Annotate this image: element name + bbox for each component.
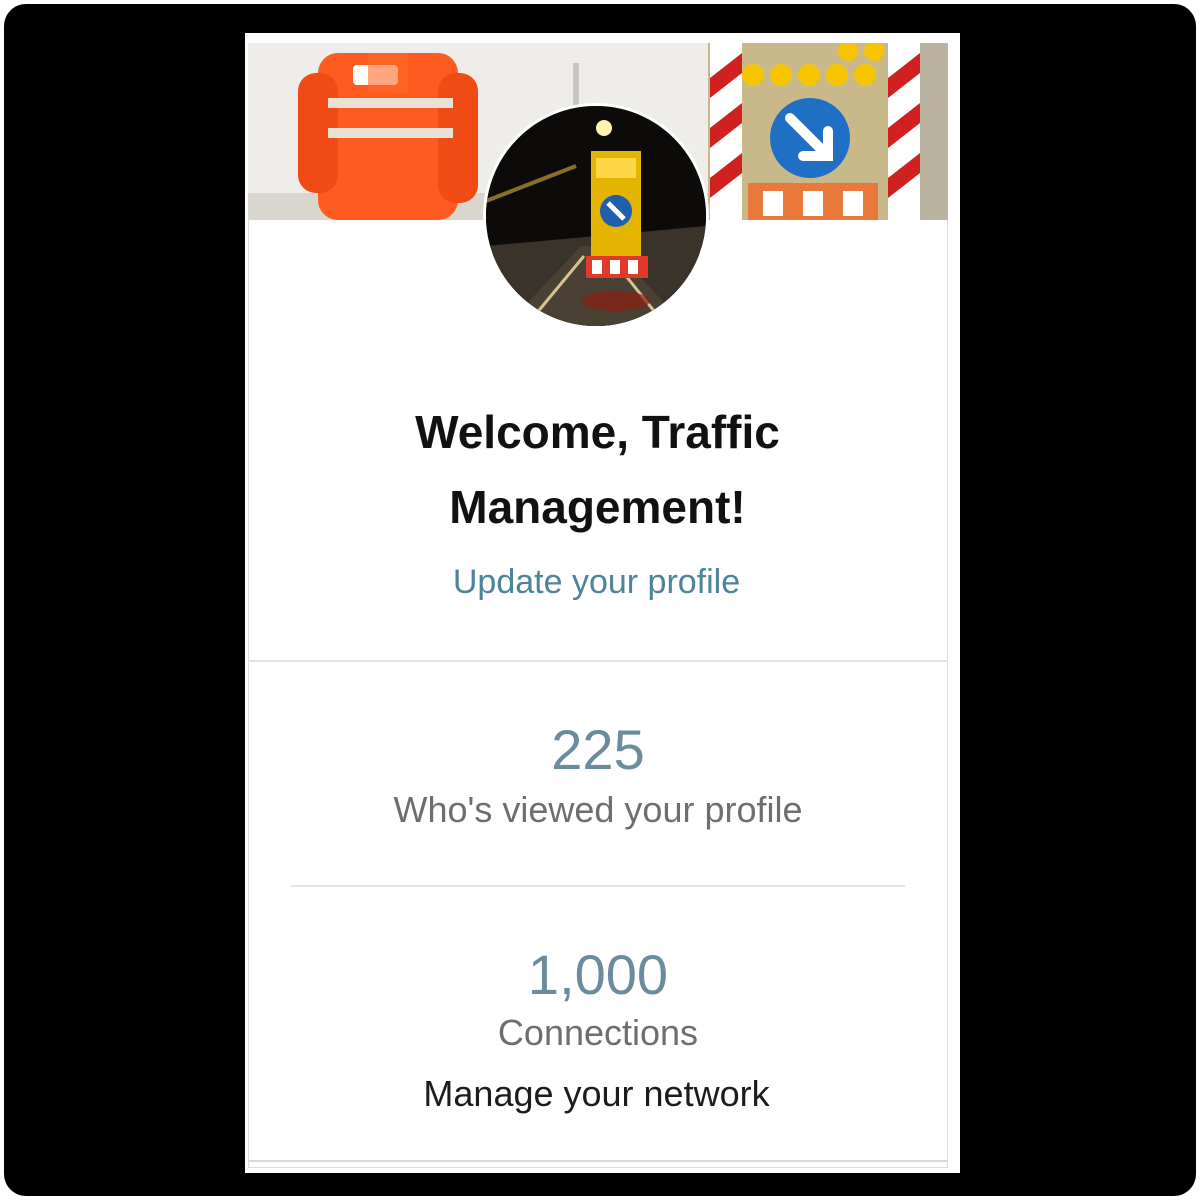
welcome-heading: Welcome, Traffic Management! [415, 406, 780, 533]
profile-card: Welcome, Traffic Management! Update your… [245, 33, 960, 1173]
avatar-illustration [486, 106, 706, 326]
profile-views-stat[interactable]: 225 Who's viewed your profile [248, 718, 948, 832]
card-bottom-divider [248, 1160, 948, 1162]
update-profile-link[interactable]: Update your profile [245, 563, 948, 602]
connections-stat[interactable]: 1,000 Connections [248, 943, 948, 1055]
profile-views-count: 225 [551, 718, 645, 781]
connections-label: Connections [497, 1012, 699, 1053]
profile-avatar[interactable] [483, 103, 709, 329]
image-frame: Welcome, Traffic Management! Update your… [4, 4, 1196, 1196]
stats-divider [291, 885, 905, 887]
profile-views-label: Who's viewed your profile [393, 789, 803, 830]
manage-network-link[interactable]: Manage your network [245, 1073, 948, 1115]
section-divider [248, 660, 948, 662]
connections-count: 1,000 [527, 943, 669, 1006]
